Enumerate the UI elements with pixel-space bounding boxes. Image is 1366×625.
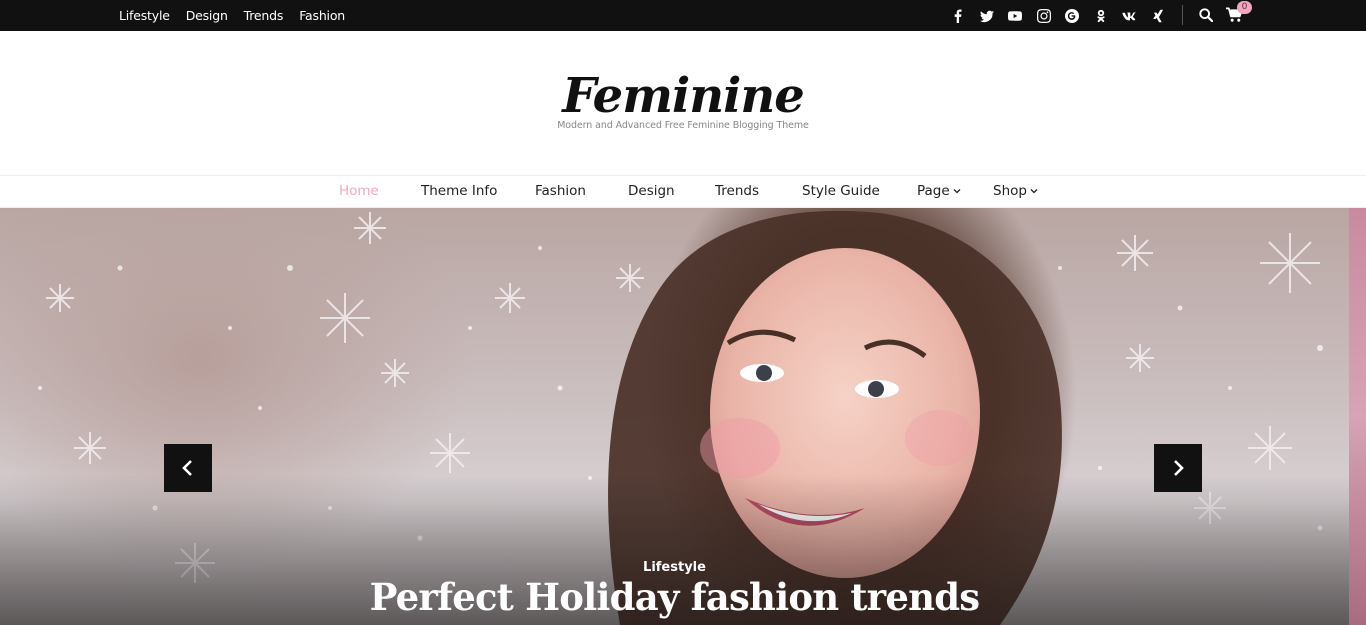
slide-category-link[interactable]: Lifestyle [0, 560, 1349, 575]
top-nav-fashion[interactable]: Fashion [299, 8, 345, 23]
slide-title-link[interactable]: Perfect Holiday fashion trends [0, 575, 1349, 619]
vk-icon[interactable] [1115, 0, 1144, 31]
search-icon[interactable] [1199, 8, 1213, 22]
nav-item-style-guide[interactable]: Style Guide [802, 176, 880, 207]
instagram-icon[interactable] [1030, 0, 1059, 31]
odnoklassniki-icon[interactable] [1087, 0, 1116, 31]
chevron-left-icon [182, 460, 192, 476]
topbar-divider [1182, 5, 1183, 25]
chevron-right-icon [1174, 460, 1184, 476]
site-tagline: Modern and Advanced Free Feminine Bloggi… [557, 120, 809, 131]
top-nav-lifestyle[interactable]: Lifestyle [119, 8, 170, 23]
site-title[interactable]: Feminine [0, 68, 1366, 124]
nav-item-fashion[interactable]: Fashion [535, 176, 586, 207]
main-nav: Home Theme Info Fashion Design Trends St… [0, 175, 1366, 208]
chevron-down-icon [1030, 189, 1038, 194]
cart-count-badge: 0 [1237, 1, 1252, 14]
nav-item-home[interactable]: Home [339, 176, 379, 207]
google-plus-icon[interactable] [1058, 0, 1087, 31]
nav-item-theme-info[interactable]: Theme Info [421, 176, 497, 207]
nav-item-page[interactable]: Page [917, 176, 961, 207]
social-links [944, 0, 1172, 31]
xing-icon[interactable] [1144, 0, 1173, 31]
slider-next-button[interactable] [1154, 444, 1202, 492]
top-bar: Lifestyle Design Trends Fashion 0 [0, 0, 1366, 31]
nav-item-shop-label: Shop [993, 183, 1027, 199]
next-slide-peek [1349, 208, 1366, 625]
nav-item-design[interactable]: Design [628, 176, 675, 207]
youtube-icon[interactable] [1001, 0, 1030, 31]
slider-prev-button[interactable] [164, 444, 212, 492]
nav-item-shop[interactable]: Shop [993, 176, 1038, 207]
nav-item-page-label: Page [917, 183, 950, 199]
top-nav-trends[interactable]: Trends [244, 8, 284, 23]
facebook-icon[interactable] [944, 0, 973, 31]
top-nav-design[interactable]: Design [186, 8, 228, 23]
top-nav: Lifestyle Design Trends Fashion [119, 0, 345, 31]
chevron-down-icon [953, 189, 961, 194]
nav-item-trends[interactable]: Trends [715, 176, 759, 207]
twitter-icon[interactable] [973, 0, 1002, 31]
